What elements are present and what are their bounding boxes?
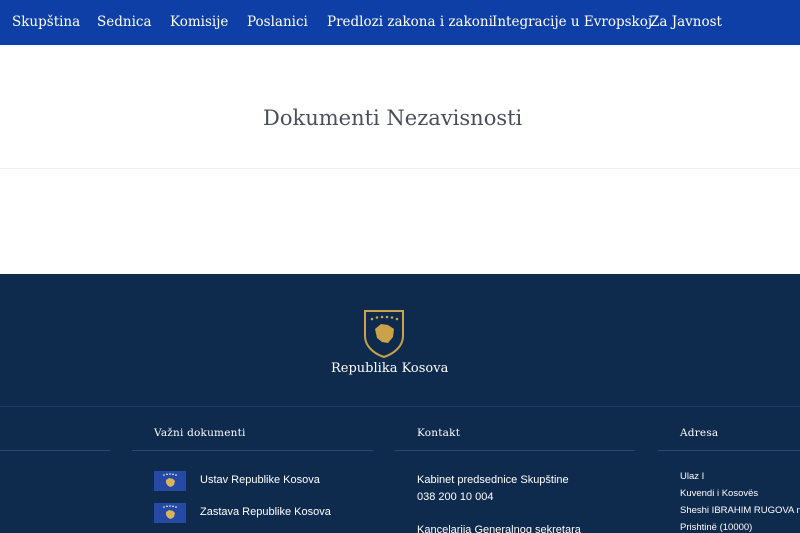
document-label: Zastava Republike Kosova [200, 506, 331, 518]
address-line: Prishtinë (10000) [680, 522, 753, 533]
column-divider [0, 450, 110, 451]
column-divider [395, 450, 635, 451]
nav-item-sednica[interactable]: Sednica [97, 0, 152, 45]
kosovo-flag-icon [154, 471, 186, 491]
contact-line: Kancelarija Generalnog sekretara [417, 524, 581, 533]
kosovo-coat-of-arms-icon[interactable] [362, 309, 406, 359]
address-line: Kuvendi i Kosovës [680, 488, 759, 499]
nav-item-poslanici[interactable]: Poslanici [247, 0, 308, 45]
page-header: Dokumenti Nezavisnosti [0, 45, 800, 169]
nav-item-integracije[interactable]: Integracije u Evropskoj [492, 0, 652, 45]
contact-heading: Kontakt [417, 427, 461, 439]
address-line: Ulaz I [680, 471, 705, 482]
kosovo-flag-icon [154, 503, 186, 523]
nav-item-predlozi-zakona[interactable]: Predlozi zakona i zakoni [327, 0, 493, 45]
contact-phone[interactable]: 038 200 10 004 [417, 491, 493, 503]
important-documents-heading: Važni dokumenti [154, 427, 246, 439]
main-navigation: Skupština Sednica Komisije Poslanici Pre… [0, 0, 800, 45]
address-heading: Adresa [680, 427, 719, 439]
site-footer: Republika Kosova Važni dokumenti Ustav R… [0, 274, 800, 533]
footer-divider [0, 406, 800, 407]
column-divider [132, 450, 373, 451]
nav-item-za-javnost[interactable]: Za Javnost [650, 0, 722, 45]
address-line: Sheshi IBRAHIM RUGOVA n [680, 505, 800, 516]
page-title: Dokumenti Nezavisnosti [263, 106, 523, 130]
document-label: Ustav Republike Kosova [200, 474, 320, 486]
nav-item-komisije[interactable]: Komisije [170, 0, 228, 45]
column-divider [658, 450, 800, 451]
contact-line: Kabinet predsednice Skupštine [417, 474, 569, 486]
republic-name: Republika Kosova [331, 361, 449, 376]
nav-item-skupstina[interactable]: Skupština [12, 0, 80, 45]
